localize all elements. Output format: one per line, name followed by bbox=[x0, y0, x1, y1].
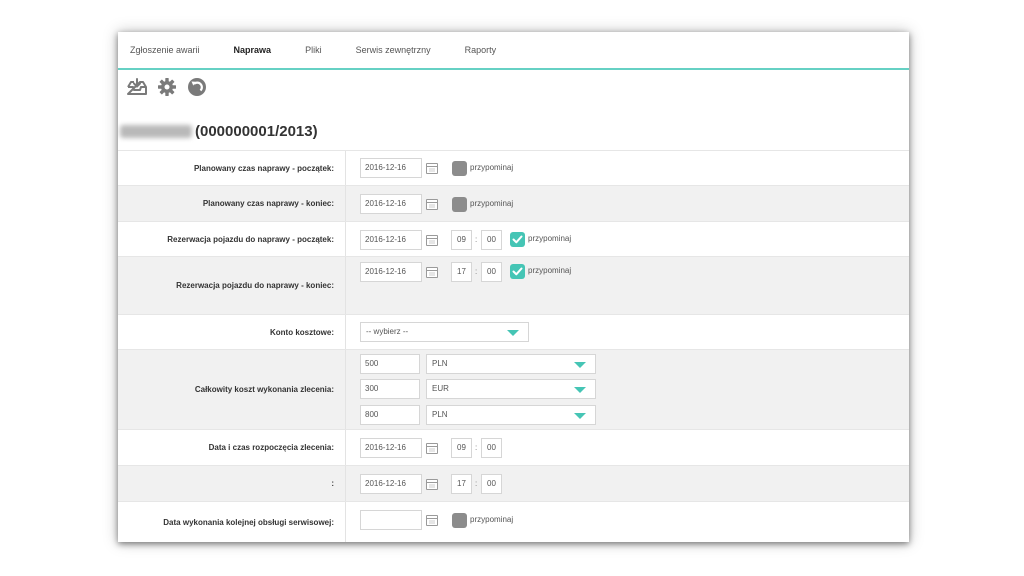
remind-label: przypominaj bbox=[470, 163, 514, 172]
time-separator: : bbox=[475, 479, 478, 488]
row-order-end: : 2016-12-16 17 : 00 bbox=[118, 465, 909, 501]
label-planned-start: Planowany czas naprawy - początek: bbox=[118, 151, 346, 185]
remind-checkbox[interactable] bbox=[452, 513, 467, 528]
minute-input[interactable]: 00 bbox=[481, 230, 502, 250]
calendar-icon[interactable] bbox=[426, 515, 438, 526]
cost-amount-input[interactable]: 300 bbox=[360, 379, 420, 399]
label-reservation-start: Rezerwacja pojazdu do naprawy - początek… bbox=[118, 222, 346, 256]
redacted-name bbox=[120, 124, 192, 138]
calendar-icon[interactable] bbox=[426, 199, 438, 210]
repair-panel: Zgłoszenie awarii Naprawa Pliki Serwis z… bbox=[118, 32, 909, 542]
remind-label: przypominaj bbox=[470, 515, 514, 524]
hour-input[interactable]: 17 bbox=[451, 262, 472, 282]
remind-checkbox[interactable] bbox=[452, 161, 467, 176]
row-cost-account: Konto kosztowe: -- wybierz -- bbox=[118, 314, 909, 349]
cost-account-selected: -- wybierz -- bbox=[366, 327, 409, 336]
minute-input[interactable]: 00 bbox=[481, 438, 502, 458]
remind-label: przypominaj bbox=[528, 266, 572, 275]
row-reservation-start: Rezerwacja pojazdu do naprawy - początek… bbox=[118, 221, 909, 256]
hour-input[interactable]: 17 bbox=[451, 474, 472, 494]
planned-end-date-input[interactable]: 2016-12-16 bbox=[360, 194, 422, 214]
chevron-down-icon bbox=[574, 387, 586, 393]
chevron-down-icon bbox=[507, 330, 519, 336]
currency-selected: EUR bbox=[432, 384, 449, 393]
tab-zgloszenie-awarii[interactable]: Zgłoszenie awarii bbox=[130, 45, 200, 55]
order-end-date-input[interactable]: 2016-12-16 bbox=[360, 474, 422, 494]
next-service-date-input[interactable] bbox=[360, 510, 422, 530]
cost-amount-input[interactable]: 500 bbox=[360, 354, 420, 374]
remind-checkbox[interactable] bbox=[452, 197, 467, 212]
page-title: (000000001/2013) bbox=[118, 120, 318, 142]
undo-icon[interactable] bbox=[186, 76, 208, 98]
label-order-start: Data i czas rozpoczęcia zlecenia: bbox=[118, 430, 346, 465]
minute-input[interactable]: 00 bbox=[481, 474, 502, 494]
calendar-icon[interactable] bbox=[426, 443, 438, 454]
planned-start-date-input[interactable]: 2016-12-16 bbox=[360, 158, 422, 178]
tab-naprawa[interactable]: Naprawa bbox=[234, 45, 272, 55]
tab-bar: Zgłoszenie awarii Naprawa Pliki Serwis z… bbox=[118, 32, 909, 70]
remind-label: przypominaj bbox=[528, 234, 572, 243]
label-planned-end: Planowany czas naprawy - koniec: bbox=[118, 186, 346, 221]
currency-selected: PLN bbox=[432, 359, 448, 368]
chevron-down-icon bbox=[574, 362, 586, 368]
remind-checkbox[interactable] bbox=[510, 232, 525, 247]
row-planned-start: Planowany czas naprawy - początek: 2016-… bbox=[118, 150, 909, 185]
minute-input[interactable]: 00 bbox=[481, 262, 502, 282]
toolbar bbox=[126, 76, 208, 98]
label-cost-account: Konto kosztowe: bbox=[118, 315, 346, 349]
time-separator: : bbox=[475, 267, 478, 276]
currency-select[interactable]: PLN bbox=[426, 354, 596, 374]
label-order-end: : bbox=[118, 466, 346, 501]
row-next-service: Data wykonania kolejnej obsługi serwisow… bbox=[118, 501, 909, 542]
label-total-cost: Całkowity koszt wykonania zlecenia: bbox=[118, 350, 346, 429]
tab-serwis-zewnetrzny[interactable]: Serwis zewnętrzny bbox=[356, 45, 431, 55]
save-tray-icon[interactable] bbox=[126, 76, 148, 98]
currency-select[interactable]: EUR bbox=[426, 379, 596, 399]
calendar-icon[interactable] bbox=[426, 479, 438, 490]
currency-select[interactable]: PLN bbox=[426, 405, 596, 425]
tab-pliki[interactable]: Pliki bbox=[305, 45, 322, 55]
row-total-cost: Całkowity koszt wykonania zlecenia: 500 … bbox=[118, 349, 909, 429]
cost-amount-input[interactable]: 800 bbox=[360, 405, 420, 425]
reservation-start-date-input[interactable]: 2016-12-16 bbox=[360, 230, 422, 250]
reservation-end-date-input[interactable]: 2016-12-16 bbox=[360, 262, 422, 282]
time-separator: : bbox=[475, 443, 478, 452]
remind-checkbox[interactable] bbox=[510, 264, 525, 279]
row-reservation-end: Rezerwacja pojazdu do naprawy - koniec: … bbox=[118, 256, 909, 314]
currency-selected: PLN bbox=[432, 410, 448, 419]
calendar-icon[interactable] bbox=[426, 163, 438, 174]
cost-account-select[interactable]: -- wybierz -- bbox=[360, 322, 529, 342]
label-reservation-end: Rezerwacja pojazdu do naprawy - koniec: bbox=[118, 257, 346, 314]
remind-label: przypominaj bbox=[470, 199, 514, 208]
tab-raporty[interactable]: Raporty bbox=[465, 45, 497, 55]
row-planned-end: Planowany czas naprawy - koniec: 2016-12… bbox=[118, 185, 909, 221]
hour-input[interactable]: 09 bbox=[451, 230, 472, 250]
hour-input[interactable]: 09 bbox=[451, 438, 472, 458]
time-separator: : bbox=[475, 235, 478, 244]
chevron-down-icon bbox=[574, 413, 586, 419]
label-next-service: Data wykonania kolejnej obsługi serwisow… bbox=[118, 502, 346, 542]
order-number: (000000001/2013) bbox=[195, 122, 318, 140]
calendar-icon[interactable] bbox=[426, 235, 438, 246]
row-order-start: Data i czas rozpoczęcia zlecenia: 2016-1… bbox=[118, 429, 909, 465]
calendar-icon[interactable] bbox=[426, 267, 438, 278]
order-start-date-input[interactable]: 2016-12-16 bbox=[360, 438, 422, 458]
gear-icon[interactable] bbox=[156, 76, 178, 98]
